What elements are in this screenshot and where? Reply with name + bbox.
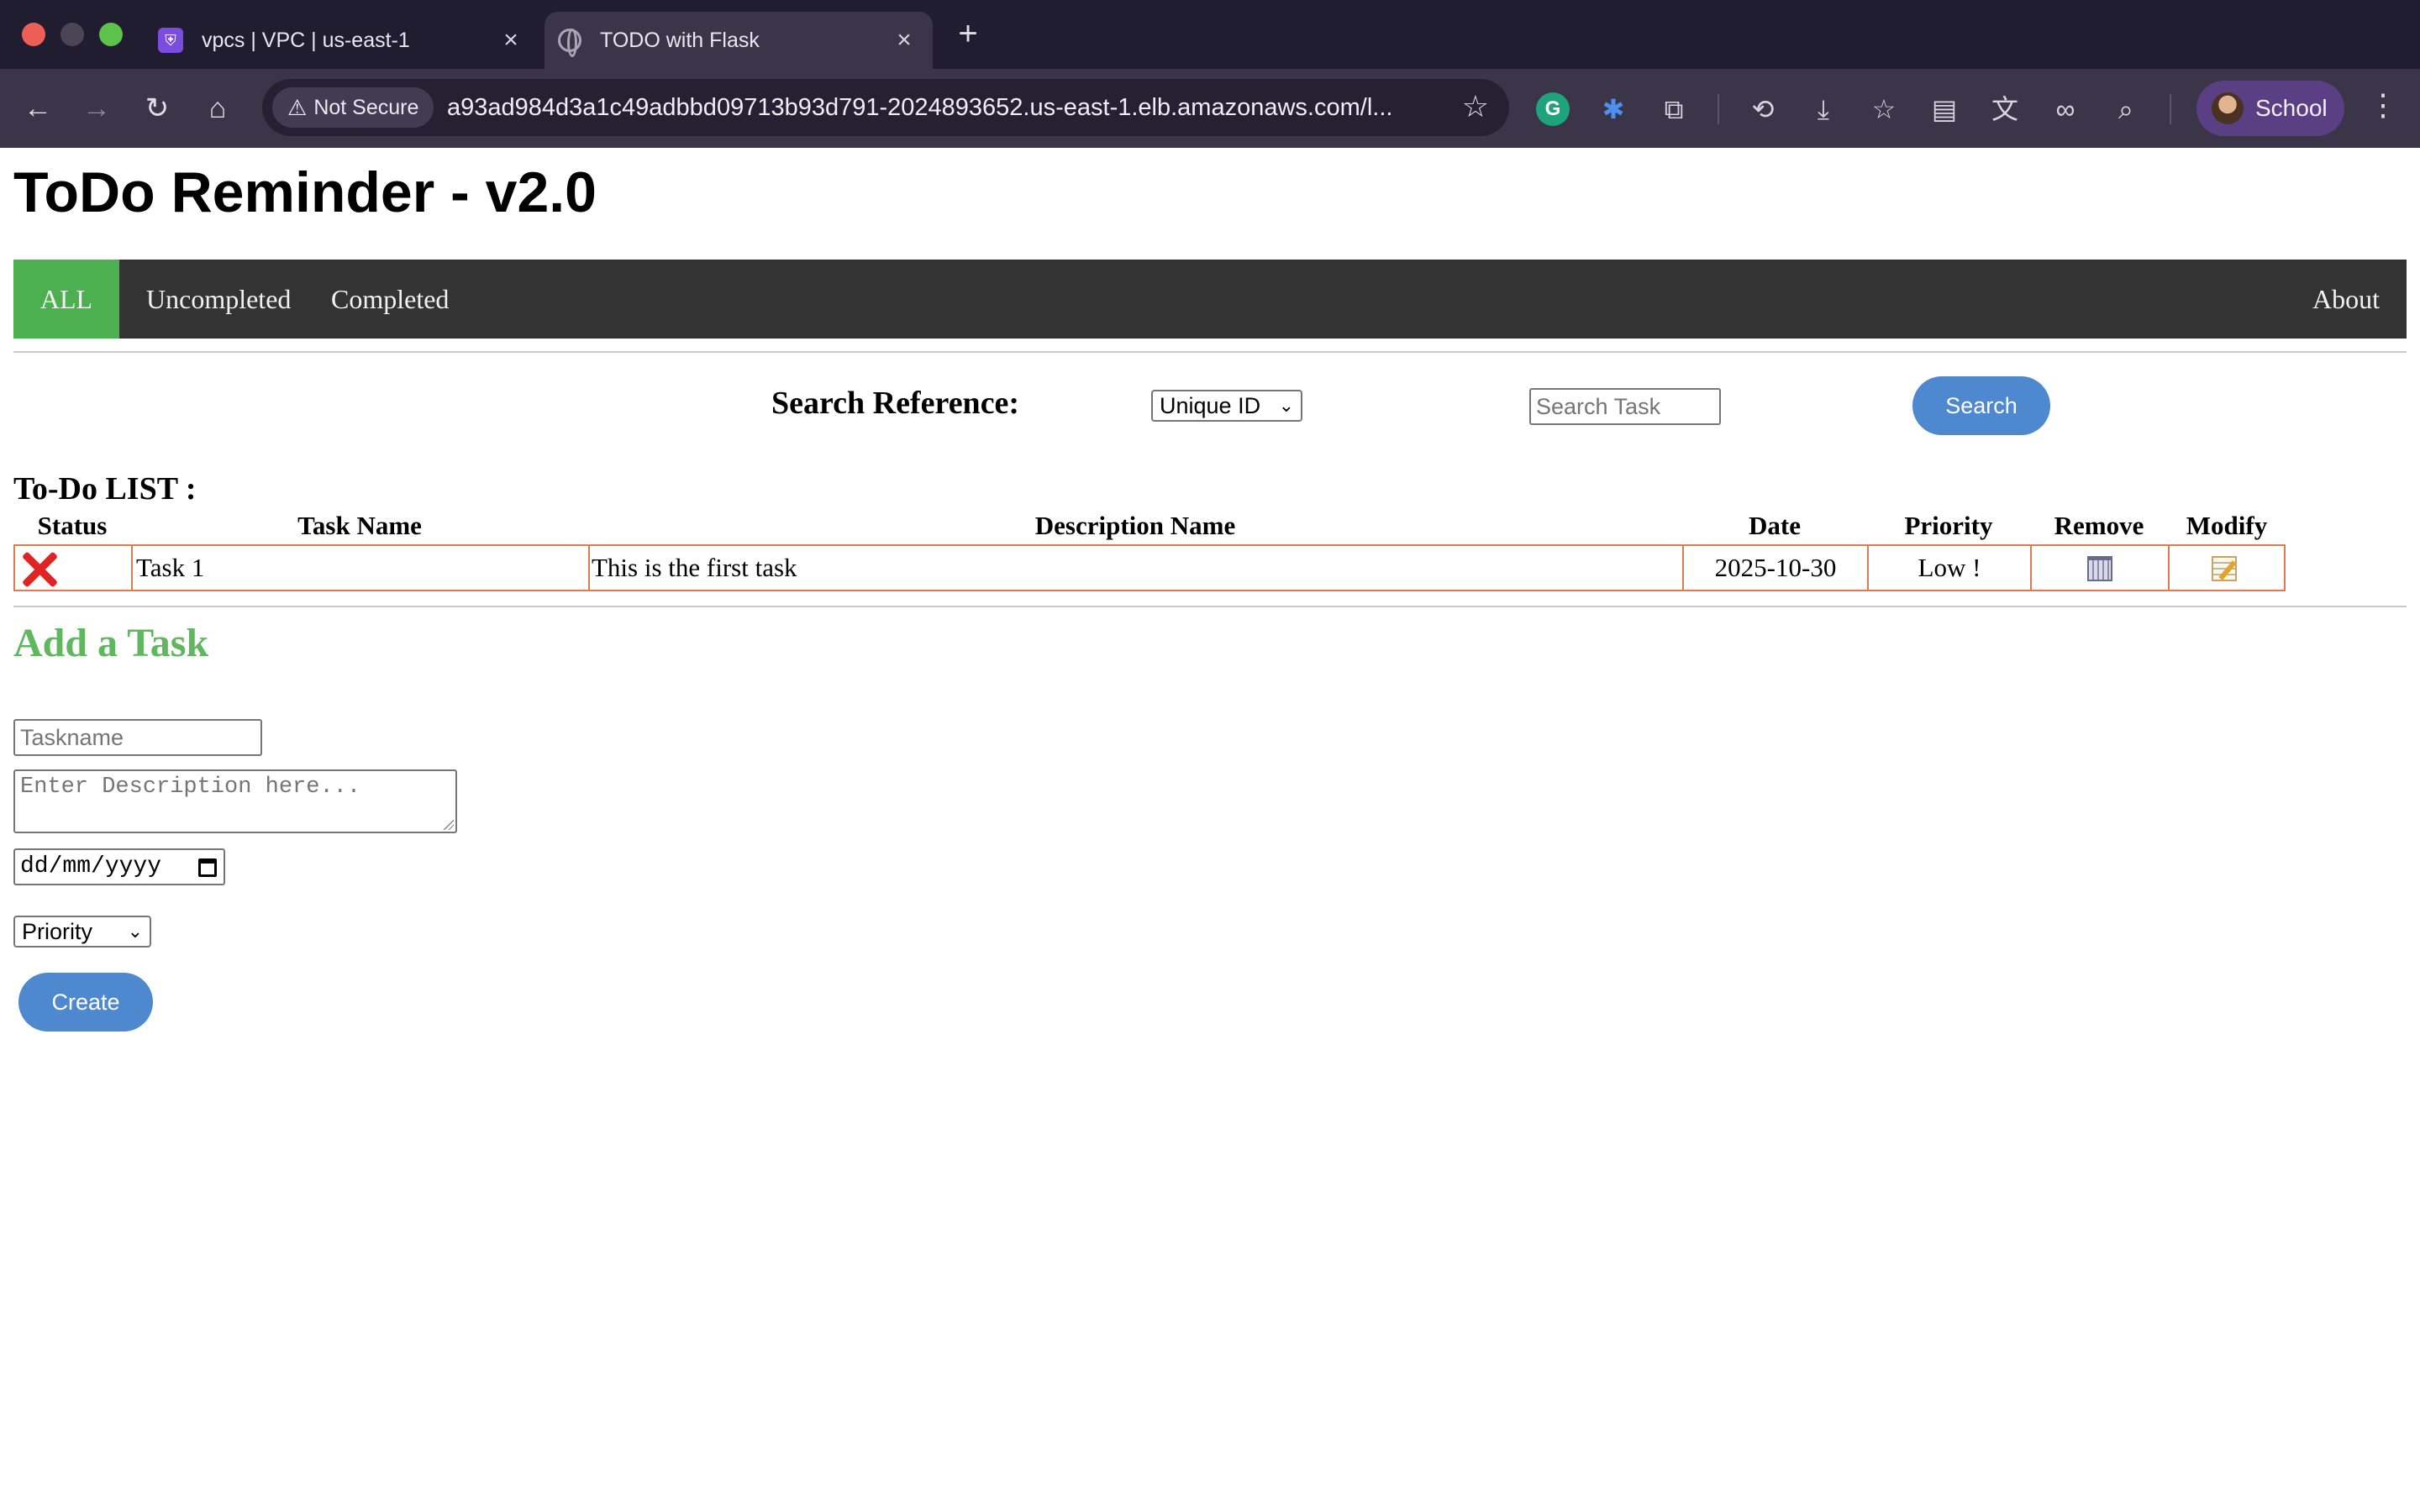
create-button[interactable]: Create [18,973,153,1032]
column-header-priority: Priority [1904,511,1993,540]
task-name-cell: Task 1 [133,546,590,590]
reading-list-icon[interactable]: ▤ [1928,92,1961,126]
calendar-icon[interactable] [198,858,217,877]
security-label: Not Secure [313,95,419,119]
sparkle-extension-icon[interactable]: ✱ [1597,92,1630,126]
description-textarea[interactable]: Enter Description here... [13,769,457,833]
profile-button[interactable]: School [2196,81,2344,136]
screen-search-icon[interactable]: ⌕ [2109,92,2143,126]
chevron-down-icon: ⌄ [1278,395,1294,416]
add-task-title: Add a Task [13,621,209,665]
search-button[interactable]: Search [1912,376,2050,435]
globe-icon [558,29,581,57]
browser-tab-bar: ⛨ vpcs | VPC | us-east-1 × TODO with Fla… [0,0,2420,69]
search-reference-value: Unique ID [1160,393,1261,418]
browser-menu-icon[interactable]: ⋮ [2368,87,2398,123]
remove-cell [2032,546,2170,590]
nav-uncompleted[interactable]: Uncompleted [119,260,318,339]
memo-icon[interactable] [2212,556,2237,581]
description-placeholder: Enter Description here... [20,774,361,800]
priority-select-value: Priority [22,919,93,944]
minimize-window-button[interactable] [60,23,84,46]
url-text[interactable]: a93ad984d3a1c49adbbd09713b93d791-2024893… [447,79,1439,136]
description-cell: This is the first task [590,546,1684,590]
cross-mark-icon[interactable] [20,549,59,588]
tab-title: TODO with Flask [600,28,760,52]
security-indicator[interactable]: ⚠ Not Secure [272,87,434,128]
new-tab-button[interactable]: + [951,15,985,53]
column-header-description: Description Name [1034,511,1236,540]
modify-cell [2170,546,2284,590]
toolbar-divider [1718,94,1719,124]
table-row: Task 1 This is the first task 2025-10-30… [13,544,2286,591]
date-placeholder: dd/mm/yyyy [20,853,162,879]
column-header-remove: Remove [2054,511,2144,540]
date-cell: 2025-10-30 [1684,546,1869,590]
resize-handle-icon[interactable] [442,818,454,830]
search-reference-select[interactable]: Unique ID ⌄ [1151,390,1302,422]
todo-list-title: To-Do LIST : [13,471,197,507]
date-input[interactable]: dd/mm/yyyy [13,848,225,885]
chevron-down-icon: ⌄ [127,921,143,942]
column-header-modify: Modify [2186,511,2268,540]
status-cell [15,546,133,590]
maximize-window-button[interactable] [99,23,123,46]
column-header-date: Date [1749,511,1801,540]
nav-completed[interactable]: Completed [304,260,476,339]
history-icon[interactable]: ⟲ [1746,92,1780,126]
favorites-icon[interactable]: ☆ [1867,92,1901,126]
nav-about[interactable]: About [2286,260,2407,339]
home-icon[interactable]: ⌂ [198,89,237,128]
divider [13,606,2407,607]
avatar [2212,92,2244,124]
priority-cell: Low ! [1869,546,2032,590]
search-input[interactable]: Search Task [1529,388,1721,425]
taskname-input[interactable]: Taskname [13,719,262,756]
profile-name: School [2255,95,2328,121]
warning-icon: ⚠ [287,94,308,120]
page-title: ToDo Reminder - v2.0 [13,160,597,224]
trash-icon[interactable] [2087,556,2112,581]
extensions-puzzle-icon[interactable]: ⧉ [1657,92,1691,126]
search-reference-label: Search Reference: [771,386,1020,421]
download-icon[interactable]: ⤓ [1807,92,1840,126]
nav-all[interactable]: ALL [13,260,119,339]
close-window-button[interactable] [22,23,45,46]
back-arrow-icon[interactable]: ← [18,89,57,128]
reload-icon[interactable]: ↻ [138,89,176,128]
divider [13,351,2407,353]
translate-icon[interactable]: 文 [1988,92,2022,126]
column-header-task-name: Task Name [297,511,422,540]
bookmark-star-icon[interactable]: ☆ [1462,89,1489,124]
close-tab-icon[interactable]: × [887,26,921,55]
address-bar[interactable]: ⚠ Not Secure a93ad984d3a1c49adbbd09713b9… [262,79,1509,136]
browser-tab-todo[interactable]: TODO with Flask × [544,12,933,69]
column-header-status: Status [37,511,108,540]
top-navigation: ALL Uncompleted Completed About [13,260,2407,339]
tab-title: vpcs | VPC | us-east-1 [202,28,410,52]
close-tab-icon[interactable]: × [494,26,528,55]
link-icon[interactable]: ∞ [2049,92,2082,126]
page-content: ToDo Reminder - v2.0 ALL Uncompleted Com… [0,148,2420,1512]
priority-select[interactable]: Priority ⌄ [13,916,151,948]
browser-tab-vpcs[interactable]: ⛨ vpcs | VPC | us-east-1 × [145,12,539,69]
forward-arrow-icon[interactable]: → [77,89,116,128]
grammarly-extension-icon[interactable]: G [1536,92,1570,126]
toolbar-divider [2170,94,2171,124]
vpc-console-icon: ⛨ [158,28,183,53]
